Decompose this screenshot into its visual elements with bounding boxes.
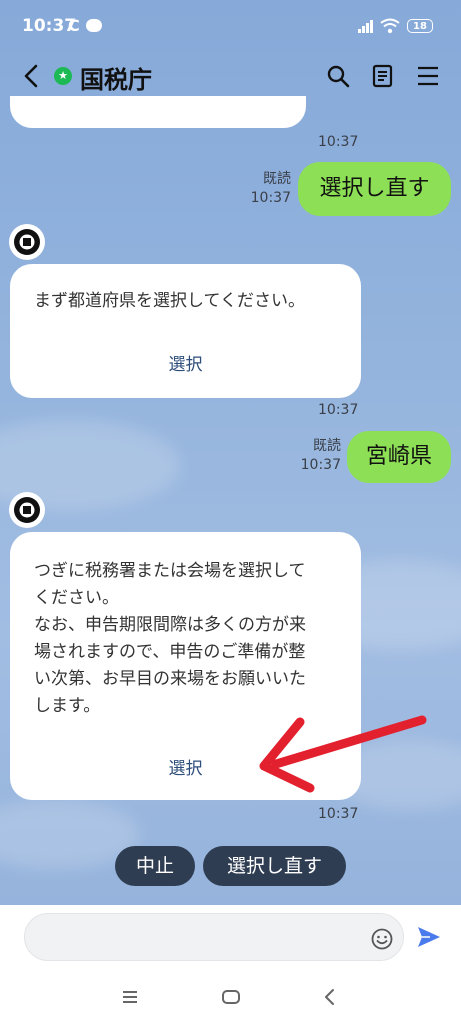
message-input-area [0, 905, 461, 970]
message-time: 10:37 [318, 134, 359, 150]
tax-logo-icon [10, 225, 44, 259]
quick-reply-cancel-button[interactable]: 中止 [115, 846, 195, 886]
outgoing-message-bubble: 宮崎県 [347, 431, 451, 483]
read-label: 既読 [313, 438, 341, 454]
chat-title: 国税庁 [80, 66, 152, 94]
incoming-message-text: つぎに税務署または会場を選択して ください。 なお、申告期限間際は多くの方が来 … [34, 558, 306, 720]
signal-icon [358, 20, 373, 33]
tax-agency-avatar [9, 492, 45, 528]
message-line: ください。 [34, 588, 119, 608]
tax-logo-icon [10, 493, 44, 527]
message-bubble-partial [10, 96, 306, 128]
tax-agency-avatar [9, 224, 45, 260]
search-icon[interactable] [326, 64, 350, 88]
recent-apps-icon[interactable] [122, 990, 138, 1004]
message-time: 10:37 [318, 402, 359, 418]
battery-icon: 18 [407, 19, 433, 33]
notes-icon[interactable] [372, 64, 394, 88]
message-time: 10:37 [300, 457, 341, 473]
annotation-arrow-icon [259, 715, 427, 793]
message-input[interactable] [24, 913, 404, 961]
official-account-badge-icon: ★ [54, 67, 72, 85]
select-button[interactable]: 選択 [10, 350, 361, 375]
home-icon[interactable] [221, 989, 241, 1005]
outgoing-message-text: 選択し直す [319, 176, 430, 201]
message-line: つぎに税務署または会場を選択して [34, 561, 306, 581]
back-arrow-icon[interactable] [18, 62, 46, 90]
message-time: 10:37 [250, 190, 291, 206]
incoming-message-text: まず都道府県を選択してください。 [34, 291, 305, 311]
outgoing-message-text: 宮崎県 [365, 444, 432, 469]
read-status: 既読 10:37 [296, 437, 341, 475]
line-notification-icon [86, 19, 102, 32]
quick-reply-reselect-button[interactable]: 選択し直す [203, 846, 346, 886]
message-line: い次第、お早目の来場をお願いいた [34, 669, 306, 689]
send-icon[interactable] [416, 925, 442, 949]
menu-icon[interactable] [417, 66, 439, 86]
message-time: 10:37 [318, 806, 359, 822]
system-navigation-bar [0, 970, 461, 1024]
wifi-icon [380, 18, 400, 34]
read-status: 既読 10:37 [246, 170, 291, 208]
incoming-message-card: まず都道府県を選択してください。 選択 [10, 264, 361, 398]
message-line: なお、申告期限間際は多くの方が来 [34, 615, 306, 635]
nav-back-icon[interactable] [323, 988, 337, 1006]
outgoing-message-bubble: 選択し直す [298, 162, 451, 216]
status-bar: 10:37 C 18 [0, 0, 461, 46]
message-line: 場されますので、申告のご準備が整 [34, 642, 306, 662]
status-c-icon: C [68, 16, 80, 35]
emoji-icon[interactable] [371, 928, 393, 950]
read-label: 既読 [263, 171, 291, 187]
